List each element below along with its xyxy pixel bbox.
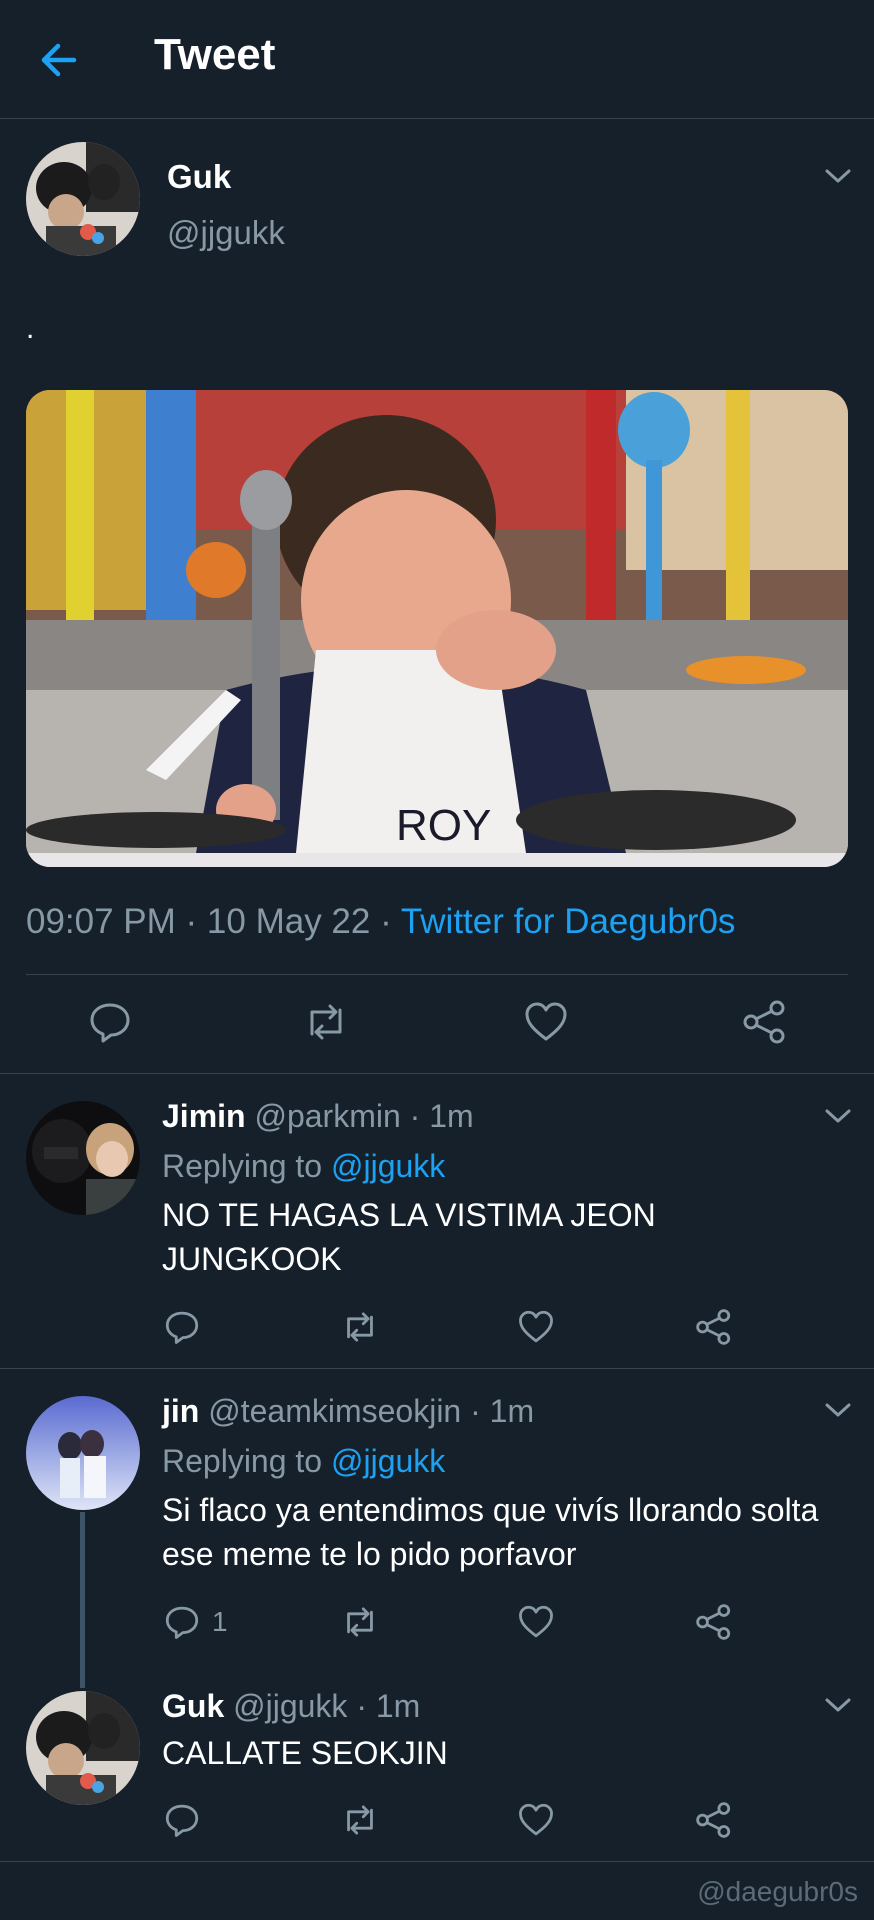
avatar[interactable] <box>26 1101 140 1215</box>
replying-to-handle[interactable]: @jjgukk <box>331 1443 445 1479</box>
reply-text: Si flaco ya entendimos que vivís llorand… <box>162 1492 819 1572</box>
reply-button[interactable] <box>164 1802 200 1838</box>
like-icon <box>519 1310 553 1343</box>
tweet-meta: 09:07 PM · 10 May 22 · Twitter for Daegu… <box>26 902 735 942</box>
avatar[interactable] <box>26 1691 140 1805</box>
retweet-button[interactable] <box>340 1309 380 1345</box>
back-button[interactable] <box>36 36 84 84</box>
page-title: Tweet <box>154 30 276 79</box>
retweet-button[interactable] <box>340 1802 380 1838</box>
tweet-timestamp: 09:07 PM · 10 May 22 · <box>26 902 401 941</box>
divider <box>0 1368 874 1369</box>
divider <box>0 1861 874 1862</box>
reply-header: Guk @jjgukk · 1m <box>162 1688 420 1725</box>
reply-icon <box>165 1804 199 1837</box>
reply-text: NO TE HAGAS LA VISTIMA JEON JUNGKOOK <box>162 1197 656 1277</box>
retweet-icon <box>347 1805 373 1835</box>
reply-text: CALLATE SEOKJIN <box>162 1735 448 1771</box>
top-bar: Tweet <box>0 0 874 119</box>
tweet-image[interactable]: ROY <box>26 390 848 867</box>
like-button[interactable] <box>518 1802 554 1838</box>
like-button[interactable] <box>518 1604 554 1640</box>
retweet-icon <box>347 1312 373 1342</box>
reply-author-meta[interactable]: @teamkimseokjin · 1m <box>199 1393 534 1429</box>
share-button[interactable] <box>696 1604 732 1640</box>
reply-header: Jimin @parkmin · 1m <box>162 1098 474 1135</box>
share-icon <box>743 1000 785 1044</box>
replying-to: Replying to @jjgukk <box>162 1443 445 1480</box>
chevron-down-icon[interactable] <box>823 1106 853 1126</box>
apron-text: ROY <box>396 801 491 850</box>
like-button[interactable] <box>518 1309 554 1345</box>
reply-header: jin @teamkimseokjin · 1m <box>162 1393 534 1430</box>
share-button[interactable] <box>696 1802 732 1838</box>
like-icon <box>519 1803 553 1836</box>
replying-to-label: Replying to <box>162 1148 331 1184</box>
replying-to: Replying to @jjgukk <box>162 1148 445 1185</box>
replying-to-handle[interactable]: @jjgukk <box>331 1148 445 1184</box>
like-icon <box>525 1002 567 1041</box>
chevron-down-icon[interactable] <box>823 1400 853 1420</box>
avatar[interactable] <box>26 1396 140 1510</box>
retweet-icon <box>310 1004 342 1040</box>
like-button[interactable] <box>524 1000 568 1044</box>
arrow-left-icon <box>41 43 77 77</box>
divider <box>0 1073 874 1074</box>
reply-button[interactable]: 1 <box>164 1604 228 1640</box>
reply-author-meta[interactable]: @jjgukk · 1m <box>224 1688 420 1724</box>
chevron-down-icon[interactable] <box>823 1695 853 1715</box>
reply-count: 1 <box>212 1606 228 1637</box>
reply-button[interactable] <box>88 1000 132 1044</box>
divider <box>26 974 848 975</box>
reply-icon <box>165 1606 199 1639</box>
share-button[interactable] <box>743 1000 787 1044</box>
share-icon <box>696 1802 731 1838</box>
reply-icon <box>90 1003 130 1043</box>
author-name[interactable]: Guk <box>167 158 231 196</box>
share-icon <box>696 1309 731 1345</box>
crying-boy-image: ROY <box>26 390 848 867</box>
share-button[interactable] <box>696 1309 732 1345</box>
retweet-icon <box>347 1607 373 1637</box>
reply-author-name[interactable]: jin <box>162 1393 199 1429</box>
tweet-source[interactable]: Twitter for Daegubr0s <box>401 902 736 941</box>
replying-to-label: Replying to <box>162 1443 331 1479</box>
reply-author-name[interactable]: Jimin <box>162 1098 246 1134</box>
reply-icon <box>165 1311 199 1344</box>
tweet-text: . <box>26 312 35 345</box>
reply-button[interactable] <box>164 1309 200 1345</box>
thread-line <box>80 1512 85 1688</box>
reply-author-name[interactable]: Guk <box>162 1688 224 1724</box>
watermark: @daegubr0s <box>697 1876 858 1907</box>
author-handle[interactable]: @jjgukk <box>167 214 285 252</box>
avatar[interactable] <box>26 142 140 256</box>
like-icon <box>519 1605 553 1638</box>
retweet-button[interactable] <box>302 1000 350 1044</box>
retweet-button[interactable] <box>340 1604 380 1640</box>
chevron-down-icon[interactable] <box>823 166 853 186</box>
share-icon <box>696 1604 731 1640</box>
reply-author-meta[interactable]: @parkmin · 1m <box>246 1098 473 1134</box>
